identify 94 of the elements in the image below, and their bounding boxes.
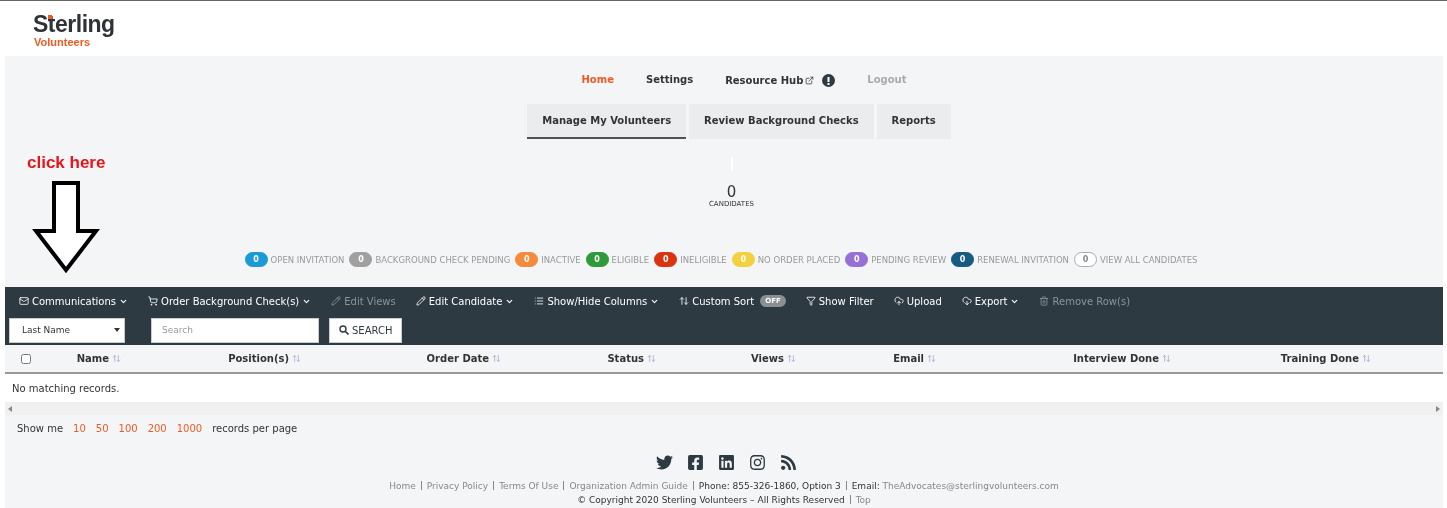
rss-icon[interactable] bbox=[779, 454, 797, 471]
sort-icon bbox=[492, 354, 501, 363]
status-label[interactable]: VIEW ALL CANDIDATES bbox=[1099, 254, 1198, 265]
list-icon bbox=[534, 296, 545, 306]
caret-icon bbox=[114, 328, 120, 332]
pager-suffix: records per page bbox=[212, 423, 298, 434]
pencil-icon bbox=[331, 296, 342, 306]
status-label[interactable]: PENDING REVIEW bbox=[871, 254, 947, 265]
column-header[interactable]: Position(s) bbox=[135, 353, 315, 364]
pager-label: Show me bbox=[17, 423, 64, 434]
status-count-badge[interactable]: 0 bbox=[1073, 252, 1097, 267]
filter-icon bbox=[805, 296, 816, 306]
status-label[interactable]: ELIGIBLE bbox=[611, 254, 650, 265]
toolbar-button[interactable]: Edit Candidate bbox=[405, 295, 525, 307]
top-link[interactable]: Top bbox=[855, 495, 871, 505]
mail-icon bbox=[19, 296, 29, 306]
select-all-checkbox[interactable] bbox=[21, 353, 31, 364]
column-header[interactable]: Training Done bbox=[1185, 353, 1385, 364]
page-size-link[interactable]: 10 bbox=[73, 423, 86, 434]
sort-icon bbox=[647, 354, 656, 363]
column-header[interactable]: Order Date bbox=[315, 353, 515, 364]
page-size-link[interactable]: 200 bbox=[147, 423, 167, 434]
email-link[interactable]: TheAdvocates@sterlingvolunteers.com bbox=[882, 481, 1059, 491]
sort-icon bbox=[292, 354, 301, 363]
sort-icon bbox=[679, 296, 690, 306]
instagram-icon[interactable] bbox=[748, 454, 766, 471]
alert-icon bbox=[822, 74, 836, 87]
tab[interactable]: Review Background Checks bbox=[689, 104, 874, 139]
scroll-left-icon[interactable] bbox=[8, 405, 12, 412]
page-size-link[interactable]: 50 bbox=[95, 423, 109, 434]
column-header[interactable]: Views bbox=[670, 353, 810, 364]
tab[interactable]: Manage My Volunteers bbox=[527, 104, 687, 139]
sort-icon bbox=[112, 354, 121, 363]
down-arrow-icon bbox=[32, 181, 101, 273]
facebook-icon[interactable] bbox=[686, 454, 704, 471]
footer-text: Email: bbox=[851, 481, 880, 491]
column-header[interactable]: Name bbox=[45, 353, 135, 364]
status-label[interactable]: INELIGIBLE bbox=[680, 254, 727, 265]
nav-link[interactable]: Resource Hub bbox=[725, 74, 836, 87]
pencil-icon bbox=[415, 296, 426, 306]
sort-icon bbox=[787, 354, 796, 363]
status-label[interactable]: BACKGROUND CHECK PENDING bbox=[375, 254, 511, 265]
linkedin-icon[interactable] bbox=[717, 454, 735, 471]
status-count-badge[interactable]: 0 bbox=[515, 252, 539, 267]
cloud-upload-icon bbox=[893, 296, 904, 306]
sort-icon bbox=[1162, 354, 1171, 363]
toolbar-button[interactable]: Order Background Check(s) bbox=[138, 295, 322, 307]
footer-link[interactable]: Organization Admin Guide bbox=[569, 481, 688, 491]
status-count-badge[interactable]: 0 bbox=[654, 252, 678, 267]
footer-link[interactable]: Home bbox=[389, 481, 416, 491]
cloud-download-icon bbox=[961, 296, 972, 306]
toolbar-button[interactable]: Show/Hide Columns bbox=[524, 295, 670, 307]
status-label[interactable]: INACTIVE bbox=[541, 254, 581, 265]
sort-icon bbox=[927, 354, 936, 363]
copyright-text: © Copyright 2020 Sterling Volunteers – All Rights Reserved bbox=[577, 495, 845, 505]
toolbar-button[interactable]: Show Filter bbox=[795, 295, 884, 307]
status-count-badge[interactable]: 0 bbox=[244, 252, 268, 267]
column-header[interactable]: Interview Done bbox=[950, 353, 1185, 364]
status-count-badge[interactable]: 0 bbox=[585, 252, 609, 267]
status-label[interactable]: OPEN INVITATION bbox=[270, 254, 345, 265]
nav-link[interactable]: Home bbox=[581, 74, 614, 85]
footer-text: Phone: 855-326-1860, Option 3 bbox=[698, 481, 841, 491]
column-header[interactable]: Status bbox=[515, 353, 670, 364]
twitter-icon[interactable] bbox=[655, 454, 673, 471]
toolbar-button[interactable]: Upload bbox=[883, 295, 952, 307]
horizontal-scrollbar[interactable] bbox=[5, 402, 1443, 415]
external-link-icon bbox=[805, 76, 815, 85]
scroll-right-icon[interactable] bbox=[1436, 405, 1440, 412]
toolbar-button[interactable]: Communications bbox=[9, 295, 139, 307]
annotation-text: click here bbox=[27, 153, 106, 173]
candidate-count: 0 bbox=[726, 185, 737, 200]
status-count-badge[interactable]: 0 bbox=[349, 252, 373, 267]
status-count-badge[interactable]: 0 bbox=[845, 252, 869, 267]
status-count-badge[interactable]: 0 bbox=[951, 252, 975, 267]
page-size-link[interactable]: 1000 bbox=[176, 423, 203, 434]
column-header[interactable]: Email bbox=[810, 353, 950, 364]
trash-icon bbox=[1039, 296, 1050, 306]
status-label[interactable]: NO ORDER PLACED bbox=[757, 254, 841, 265]
logo-subtitle: Volunteers bbox=[34, 36, 91, 48]
search-icon bbox=[339, 325, 349, 335]
cart-icon bbox=[148, 296, 159, 306]
search-field[interactable]: Search bbox=[151, 317, 319, 343]
tab[interactable]: Reports bbox=[876, 104, 951, 139]
footer-link[interactable]: Terms Of Use bbox=[499, 481, 559, 491]
footer-link[interactable]: Privacy Policy bbox=[426, 481, 489, 491]
toolbar-button[interactable]: Export bbox=[951, 295, 1030, 307]
sort-icon bbox=[1362, 354, 1371, 363]
page-size-link[interactable]: 100 bbox=[118, 423, 138, 434]
nav-link[interactable]: Settings bbox=[645, 74, 694, 85]
empty-message: No matching records. bbox=[5, 374, 1443, 402]
status-label[interactable]: RENEWAL INVITATION bbox=[977, 254, 1069, 265]
search-button[interactable]: SEARCH bbox=[329, 317, 403, 343]
nav-link[interactable]: Logout bbox=[867, 74, 907, 85]
sort-field-select[interactable]: Last Name bbox=[9, 317, 125, 343]
